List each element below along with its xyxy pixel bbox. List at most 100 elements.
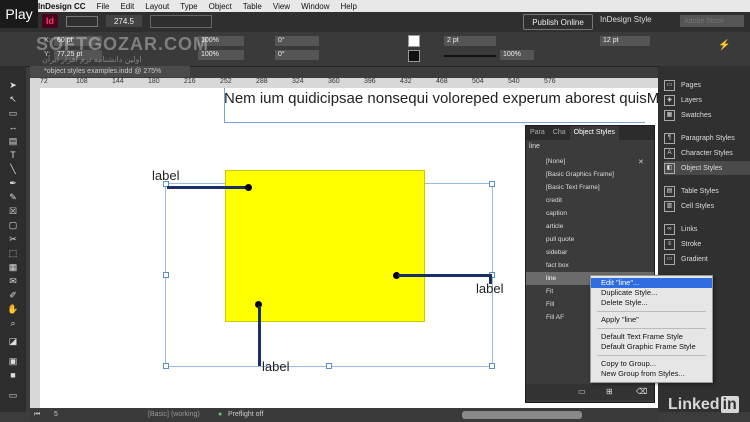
- stroke-weight-field[interactable]: 2 pt: [444, 36, 496, 46]
- rectangle-tool-icon[interactable]: ▢: [7, 220, 19, 230]
- play-button[interactable]: Play: [0, 0, 38, 28]
- dock-item-object-styles[interactable]: ◧ Object Styles: [664, 161, 750, 175]
- pen-tool-icon[interactable]: ✒: [7, 178, 19, 188]
- horizontal-scrollbar-thumb[interactable]: [462, 411, 582, 419]
- selection-tool-icon[interactable]: ➤: [7, 80, 19, 90]
- menu-item-default-graphic-frame-style[interactable]: Default Graphic Frame Style: [591, 342, 712, 352]
- rectangle-frame-tool-icon[interactable]: ☒: [7, 206, 19, 216]
- menu-file[interactable]: File: [97, 2, 110, 11]
- rotate-field[interactable]: 0°: [275, 36, 319, 46]
- trash-icon[interactable]: ⌫: [636, 387, 647, 396]
- menu-item-default-text-frame-style[interactable]: Default Text Frame Style: [591, 332, 712, 342]
- master-page-field[interactable]: [Basic] (working): [148, 411, 200, 418]
- stroke-type-preview[interactable]: [444, 55, 496, 57]
- style-row-basic-graphics-frame[interactable]: [Basic Graphics Frame]: [526, 168, 654, 181]
- dock-item-swatches[interactable]: ▦ Swatches: [664, 108, 750, 122]
- fill-stroke-swatch-icon[interactable]: ◪: [7, 336, 19, 346]
- menu-item-new-group-from-styles[interactable]: New Group from Styles...: [591, 369, 712, 379]
- preflight-status[interactable]: Preflight off: [228, 411, 263, 418]
- folder-icon[interactable]: ▭: [578, 387, 586, 396]
- tab-character[interactable]: Cha: [549, 126, 570, 140]
- menu-item-apply-line[interactable]: Apply "line": [591, 315, 712, 325]
- screen-mode-icon[interactable]: ▭: [7, 390, 19, 400]
- menu-object[interactable]: Object: [209, 2, 232, 11]
- selection-handle[interactable]: [489, 363, 495, 369]
- line-tool-icon[interactable]: ╲: [7, 164, 19, 174]
- gap-field[interactable]: 12 pt: [600, 36, 650, 46]
- menu-type[interactable]: Type: [180, 2, 197, 11]
- dock-item-cell-styles[interactable]: ▥ Cell Styles: [664, 199, 750, 213]
- dock-item-gradient[interactable]: ▭ Gradient: [664, 252, 750, 266]
- dock-item-layers[interactable]: ◈ Layers: [664, 93, 750, 107]
- dock-item-table-styles[interactable]: ▤ Table Styles: [664, 184, 750, 198]
- vertical-ruler[interactable]: [30, 88, 40, 408]
- page-tool-icon[interactable]: ▭: [7, 108, 19, 118]
- selection-handle[interactable]: [163, 272, 169, 278]
- scissors-tool-icon[interactable]: ✂: [7, 234, 19, 244]
- menu-item-duplicate-style[interactable]: Duplicate Style...: [591, 288, 712, 298]
- fill-swatch-none[interactable]: [408, 35, 420, 47]
- adobe-stock-search-input[interactable]: [680, 15, 744, 27]
- menu-edit[interactable]: Edit: [120, 2, 134, 11]
- bridge-icon[interactable]: [66, 16, 98, 27]
- tab-object-styles[interactable]: Object Styles: [569, 126, 619, 140]
- style-row-basic-text-frame[interactable]: [Basic Text Frame]: [526, 181, 654, 194]
- menu-app-name[interactable]: InDesign CC: [38, 2, 86, 11]
- gap-tool-icon[interactable]: ↔: [7, 122, 19, 132]
- selection-handle[interactable]: [326, 363, 332, 369]
- new-style-icon[interactable]: ⊞: [606, 387, 613, 396]
- gradient-tool-icon[interactable]: ▦: [7, 262, 19, 272]
- selection-handle[interactable]: [489, 181, 495, 187]
- opacity-field[interactable]: 100%: [500, 50, 534, 60]
- horizontal-ruler[interactable]: 72 108 144 180 216 252 288 324 360 396 432 468 504 54…: [30, 78, 658, 88]
- view-options-icon[interactable]: [150, 15, 212, 28]
- menu-item-edit-line[interactable]: Edit "line"...: [591, 278, 712, 288]
- eyedropper-tool-icon[interactable]: ✐: [7, 290, 19, 300]
- menu-view[interactable]: View: [273, 2, 290, 11]
- callout-line-right[interactable]: [398, 274, 492, 277]
- lightning-icon[interactable]: ⚡: [718, 40, 730, 51]
- dock-item-stroke[interactable]: ≡ Stroke: [664, 237, 750, 251]
- yellow-rectangle[interactable]: [225, 170, 425, 322]
- stroke-swatch[interactable]: [408, 50, 420, 62]
- menu-layout[interactable]: Layout: [145, 2, 169, 11]
- style-row-caption[interactable]: caption: [526, 207, 654, 220]
- style-row-pull-quote[interactable]: pull quote: [526, 233, 654, 246]
- content-collector-icon[interactable]: ▤: [7, 136, 19, 146]
- dock-item-pages[interactable]: ▭ Pages: [664, 78, 750, 92]
- menu-item-copy-to-group[interactable]: Copy to Group...: [591, 359, 712, 369]
- style-row-fact-box[interactable]: fact box: [526, 259, 654, 272]
- style-row-sidebar[interactable]: sidebar: [526, 246, 654, 259]
- callout-line-top[interactable]: [167, 186, 249, 189]
- direct-selection-tool-icon[interactable]: ↖: [7, 94, 19, 104]
- page-number-field[interactable]: 5: [54, 411, 58, 418]
- style-row-credit[interactable]: credit: [526, 194, 654, 207]
- note-tool-icon[interactable]: ✉: [7, 276, 19, 286]
- hand-tool-icon[interactable]: ✋: [7, 304, 19, 314]
- menu-help[interactable]: Help: [341, 2, 357, 11]
- callout-label-top[interactable]: label: [152, 168, 179, 183]
- selection-handle[interactable]: [163, 363, 169, 369]
- tab-paragraph[interactable]: Para: [526, 126, 549, 140]
- dock-item-character-styles[interactable]: A Character Styles: [664, 146, 750, 160]
- menu-item-delete-style[interactable]: Delete Style...: [591, 298, 712, 308]
- menu-window[interactable]: Window: [301, 2, 329, 11]
- zoom-level-field[interactable]: 274.5: [106, 15, 142, 27]
- callout-label-right[interactable]: label: [476, 281, 503, 296]
- style-row-article[interactable]: article: [526, 220, 654, 233]
- dock-item-links[interactable]: ∞ Links: [664, 222, 750, 236]
- menu-table[interactable]: Table: [243, 2, 262, 11]
- pencil-tool-icon[interactable]: ✎: [7, 192, 19, 202]
- apply-color-icon[interactable]: ■: [7, 370, 19, 380]
- formatting-affects-container-icon[interactable]: ▣: [7, 356, 19, 366]
- type-tool-icon[interactable]: T: [7, 150, 19, 160]
- dock-item-paragraph-styles[interactable]: ¶ Paragraph Styles: [664, 131, 750, 145]
- style-row-none[interactable]: [None]: [526, 155, 654, 168]
- callout-label-bottom[interactable]: label: [262, 359, 289, 374]
- zoom-tool-icon[interactable]: ⌕: [7, 318, 19, 328]
- free-transform-tool-icon[interactable]: ⬚: [7, 248, 19, 258]
- publish-online-button[interactable]: Publish Online: [523, 14, 593, 30]
- workspace-switcher[interactable]: InDesign Style: [600, 15, 680, 27]
- document-tab[interactable]: *object styles examples.indd @ 275%: [30, 66, 190, 77]
- shear-field[interactable]: 0°: [275, 50, 319, 60]
